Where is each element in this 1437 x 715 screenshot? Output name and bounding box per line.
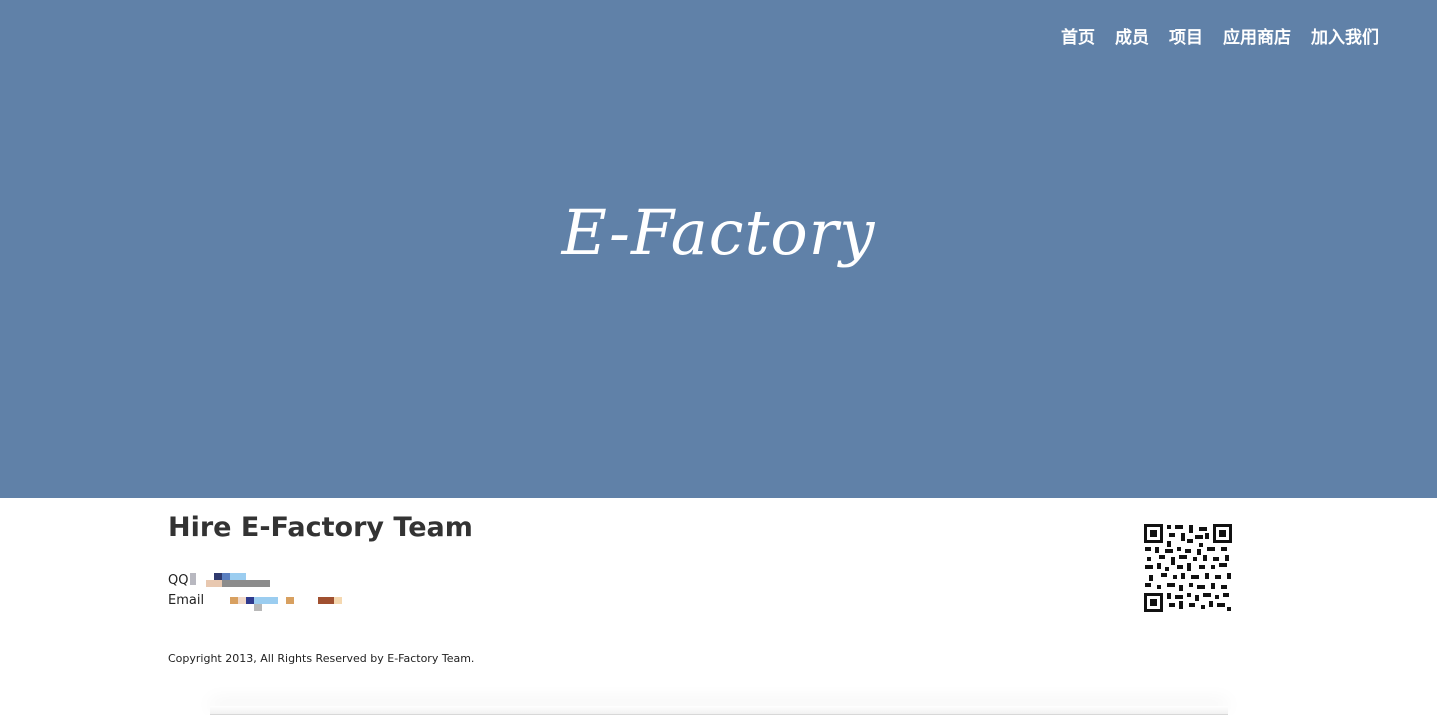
nav-item-members[interactable]: 成员	[1115, 26, 1149, 50]
nav-item-app-store[interactable]: 应用商店	[1223, 26, 1291, 50]
qr-code-icon	[1143, 523, 1233, 613]
qq-redacted-value	[190, 571, 270, 591]
qq-label: QQ	[168, 573, 189, 588]
email-row: Email	[168, 591, 342, 611]
qq-row: QQ	[168, 571, 270, 591]
brand-logo-text: E-Factory	[561, 196, 876, 269]
nav-item-join-us[interactable]: 加入我们	[1311, 26, 1379, 50]
copyright-text: Copyright 2013, All Rights Reserved by E…	[168, 652, 475, 665]
contact-info: QQ Email	[168, 571, 342, 611]
nav-item-home[interactable]: 首页	[1061, 26, 1095, 50]
email-label: Email	[168, 593, 205, 608]
hire-section: Hire E-Factory Team	[168, 510, 1268, 546]
top-nav: 首页 成员 项目 应用商店 加入我们	[1061, 26, 1379, 50]
nav-item-projects[interactable]: 项目	[1169, 26, 1203, 50]
hire-title: Hire E-Factory Team	[168, 512, 473, 543]
email-redacted-value	[230, 591, 346, 611]
hero-banner: 首页 成员 项目 应用商店 加入我们 E-Factory	[0, 0, 1437, 498]
